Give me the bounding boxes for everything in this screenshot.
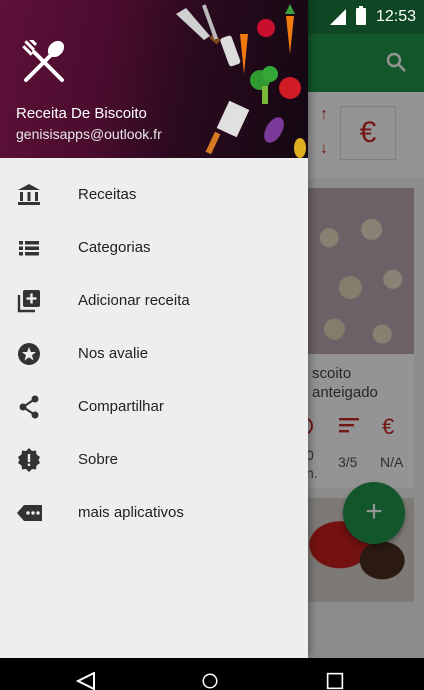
- home-icon[interactable]: [198, 672, 222, 690]
- star-circle-icon: [18, 343, 40, 365]
- bank-icon: [18, 184, 40, 205]
- drawer-item-compartilhar[interactable]: Compartilhar: [0, 380, 308, 433]
- drawer-item-label: Categorias: [78, 239, 151, 256]
- status-time: 12:53: [376, 8, 417, 25]
- drawer-menu: Receitas Categorias Adicionar receita No…: [0, 168, 308, 539]
- signal-icon: [330, 9, 346, 25]
- drawer-item-nos-avalie[interactable]: Nos avalie: [0, 327, 308, 380]
- fork-spoon-logo: [22, 40, 65, 82]
- drawer-item-label: Adicionar receita: [78, 292, 190, 309]
- drawer-item-mais-aplicativos[interactable]: mais aplicativos: [0, 486, 308, 539]
- drawer-email: genisisapps@outlook.fr: [16, 126, 162, 142]
- drawer-item-categorias[interactable]: Categorias: [0, 221, 308, 274]
- drawer-item-adicionar-receita[interactable]: Adicionar receita: [0, 274, 308, 327]
- drawer-item-label: Nos avalie: [78, 345, 149, 362]
- more-apps-icon: [17, 505, 42, 521]
- kitchen-illustration: [176, 4, 306, 158]
- back-icon[interactable]: [76, 672, 98, 690]
- drawer-item-label: mais aplicativos: [78, 504, 184, 521]
- drawer-item-label: Sobre: [78, 451, 119, 468]
- drawer-item-label: Compartilhar: [78, 398, 164, 415]
- share-icon: [19, 395, 39, 419]
- battery-icon: [356, 6, 366, 25]
- system-nav-bar: [0, 658, 424, 690]
- navigation-drawer: Receita De Biscoito genisisapps@outlook.…: [0, 0, 308, 658]
- info-badge-icon: [18, 448, 40, 472]
- add-box-icon: [17, 290, 40, 313]
- drawer-header: Receita De Biscoito genisisapps@outlook.…: [0, 0, 308, 158]
- drawer-item-label: Receitas: [78, 186, 137, 203]
- drawer-item-sobre[interactable]: Sobre: [0, 433, 308, 486]
- list-icon: [19, 241, 39, 256]
- drawer-item-receitas[interactable]: Receitas: [0, 168, 308, 221]
- drawer-app-name: Receita De Biscoito: [16, 105, 147, 122]
- recent-apps-icon[interactable]: [324, 672, 346, 690]
